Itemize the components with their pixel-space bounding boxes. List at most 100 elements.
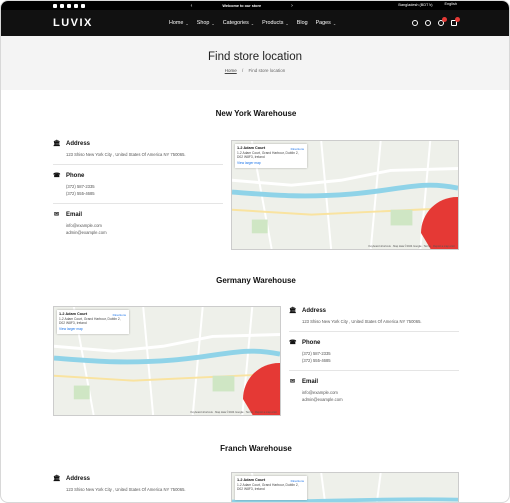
- email-address[interactable]: admin@example.com: [289, 396, 459, 403]
- chevron-down-icon: ⌄: [332, 20, 337, 26]
- section-title: Franch Warehouse: [220, 444, 292, 453]
- page-title: Find store location: [208, 51, 302, 63]
- view-larger-map-link[interactable]: View larger map: [237, 161, 305, 165]
- browser-frame: ‹ Welcome to our store › Bangladesh (BDT…: [0, 0, 510, 503]
- menu-item-shop[interactable]: Shop ⌄: [197, 20, 215, 26]
- address-block: 🏛 Address 123 Shiso New York City , Unite…: [53, 140, 223, 165]
- mail-icon: ✉: [53, 212, 60, 218]
- chevron-down-icon: ⌄: [211, 20, 215, 26]
- phone-number[interactable]: (372) 555-4685: [53, 190, 223, 197]
- wishlist-badge: [442, 17, 447, 22]
- main-nav: LUVIX Home ⌄ Shop ⌄ Categories ⌄ Products ⌄ …: [1, 10, 509, 36]
- menu-item-products[interactable]: Products ⌄: [262, 20, 289, 26]
- country-select[interactable]: Bangladesh (BDT ৳): [398, 2, 432, 9]
- map-place-address: 1-2 Adam Court, Grand Harbour, Dublin 2,…: [59, 317, 121, 325]
- bank-icon: 🏛: [53, 141, 61, 147]
- directions-link[interactable]: Directions: [113, 313, 126, 317]
- address-block: 🏛 Address 123 Shiso New York City , Unite…: [289, 307, 459, 332]
- section-title: New York Warehouse: [215, 109, 297, 118]
- email-address[interactable]: admin@example.com: [53, 229, 223, 236]
- map-info-box: 1-2 Adam Court 1-2 Adam Court, Grand Har…: [235, 476, 307, 500]
- heart-icon[interactable]: [438, 17, 447, 26]
- map-info-box: 1-2 Adam Court 1-2 Adam Court, Grand Har…: [235, 144, 307, 168]
- phone-block: ☎ Phone (372) 587-2335 (372) 555-4685: [53, 172, 223, 204]
- menu-item-home[interactable]: Home ⌄: [169, 20, 189, 26]
- x-icon[interactable]: [53, 3, 57, 8]
- user-icon[interactable]: [425, 20, 431, 26]
- address-text: 123 Shiso New York City , United States …: [66, 152, 186, 157]
- view-larger-map-link[interactable]: View larger map: [59, 327, 127, 331]
- logo[interactable]: LUVIX: [53, 17, 93, 29]
- breadcrumb-home[interactable]: Home: [225, 68, 237, 73]
- phone-block: ☎ Phone (372) 587-2335 (372) 555-4685: [289, 339, 459, 371]
- directions-label: Directions: [290, 479, 304, 483]
- instagram-icon[interactable]: [67, 3, 71, 8]
- promo-text: Welcome to our store: [222, 3, 262, 8]
- chevron-right-icon[interactable]: ›: [291, 3, 293, 9]
- map-place-address: 1-2 Adam Court, Grand Harbour, Dublin 2,…: [237, 483, 299, 491]
- store-map[interactable]: 1-2 Adam Court 1-2 Adam Court, Grand Har…: [53, 306, 281, 416]
- map-info-box: 1-2 Adam Court 1-2 Adam Court, Grand Har…: [57, 310, 129, 334]
- tiktok-icon[interactable]: [74, 3, 78, 8]
- menu-label: Shop: [196, 20, 210, 26]
- address-text: 123 Shiso New York City , United States …: [66, 487, 186, 492]
- directions-label: Directions: [290, 147, 304, 151]
- cart-icon[interactable]: [451, 17, 460, 26]
- directions-link[interactable]: Directions: [291, 479, 304, 483]
- mail-icon: ✉: [289, 379, 296, 385]
- page-header: Find store location Home / Find store lo…: [1, 36, 509, 90]
- email-block: ✉ Email info@example.com admin@example.co…: [289, 378, 459, 409]
- phone-icon: ☎: [53, 173, 61, 179]
- store-map[interactable]: 1-2 Adam Court 1-2 Adam Court, Grand Har…: [231, 140, 459, 250]
- address-label: Address: [302, 307, 327, 314]
- search-icon[interactable]: [412, 20, 418, 26]
- email-block: ✉ Email info@example.com admin@example.co…: [53, 211, 223, 242]
- chevron-down-icon: ⌄: [250, 20, 255, 26]
- directions-link[interactable]: Directions: [291, 147, 304, 151]
- menu-item-pages[interactable]: Pages ⌄: [316, 20, 337, 26]
- map-footer[interactable]: Keyboard shortcuts · Map data ©2024 Goog…: [191, 411, 278, 414]
- store-section-new-york: New York Warehouse 🏛 Address 123 Shiso Ne…: [1, 109, 509, 250]
- phone-number[interactable]: (372) 555-4685: [289, 357, 459, 364]
- phone-label: Phone: [302, 339, 321, 346]
- store-map[interactable]: 1-2 Adam Court 1-2 Adam Court, Grand Har…: [231, 472, 459, 502]
- menu-label: Categories: [222, 20, 249, 26]
- store-info: 🏛 Address 123 Shiso New York City , Unite…: [289, 307, 459, 416]
- linkedin-icon[interactable]: [81, 3, 85, 8]
- store-section-germany: Germany Warehouse 1-2 Adam Court 1-2 Ada…: [1, 276, 509, 416]
- store-section-franch: Franch Warehouse 🏛 Address 123 Shiso New …: [1, 444, 509, 502]
- email-address[interactable]: info@example.com: [53, 222, 223, 229]
- breadcrumb-separator: /: [241, 68, 244, 73]
- bank-icon: 🏛: [53, 476, 61, 482]
- menu-label: Products: [262, 20, 284, 26]
- menu-item-categories[interactable]: Categories ⌄: [223, 20, 254, 26]
- promo-bar: ‹ Welcome to our store ›: [191, 3, 293, 9]
- store-info: 🏛 Address 123 Shiso New York City , Unite…: [53, 140, 223, 249]
- email-address[interactable]: info@example.com: [289, 389, 459, 396]
- breadcrumb: Home / Find store location: [1, 68, 509, 73]
- phone-number[interactable]: (372) 587-2335: [53, 183, 223, 190]
- phone-number[interactable]: (372) 587-2335: [289, 350, 459, 357]
- language-select[interactable]: English: [445, 2, 457, 9]
- email-label: Email: [302, 378, 319, 385]
- chevron-left-icon[interactable]: ‹: [191, 3, 193, 9]
- chevron-down-icon: ⌄: [285, 20, 289, 26]
- breadcrumb-current: Find store location: [248, 68, 286, 73]
- social-links: [53, 3, 85, 8]
- map-pin-icon[interactable]: [344, 185, 459, 250]
- locale-selectors: Bangladesh (BDT ৳) English: [398, 2, 457, 9]
- section-title: Germany Warehouse: [216, 276, 296, 285]
- menu-item-blog[interactable]: Blog: [297, 20, 308, 26]
- chevron-down-icon: ⌄: [185, 20, 189, 26]
- bank-icon: 🏛: [289, 308, 297, 314]
- top-bar: ‹ Welcome to our store › Bangladesh (BDT…: [1, 1, 509, 10]
- menu-label: Home: [169, 20, 184, 26]
- address-text: 123 Shiso New York City , United States …: [302, 319, 422, 324]
- address-block: 🏛 Address 123 Shiso New York City , Unite…: [53, 475, 223, 499]
- map-pin-icon[interactable]: [166, 351, 281, 416]
- facebook-icon[interactable]: [60, 3, 64, 8]
- menu: Home ⌄ Shop ⌄ Categories ⌄ Products ⌄ Blog P…: [169, 20, 336, 26]
- header-icons: [412, 17, 460, 26]
- menu-label: Blog: [296, 20, 308, 26]
- map-footer[interactable]: Keyboard shortcuts · Map data ©2024 Goog…: [369, 245, 456, 248]
